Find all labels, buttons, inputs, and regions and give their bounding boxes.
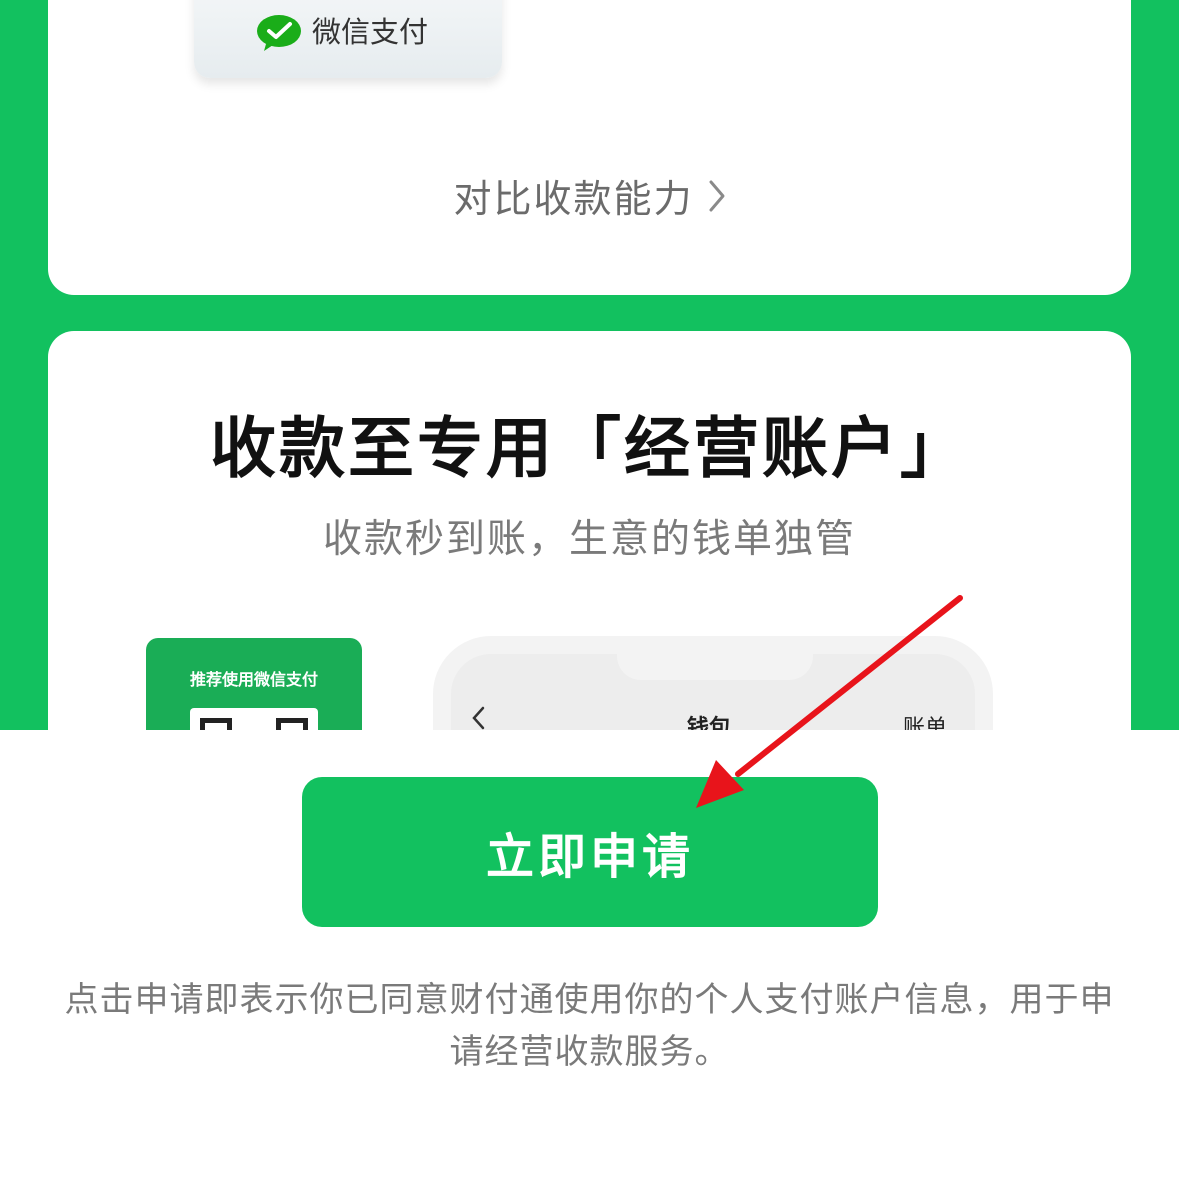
phone-wallet-title: 钱包	[687, 716, 732, 730]
wechat-pay-icon	[257, 15, 301, 51]
compare-capabilities-link[interactable]: 对比收款能力	[48, 168, 1131, 223]
phone-bills-link: 账单	[903, 716, 948, 730]
compare-link-label: 对比收款能力	[453, 177, 694, 221]
chevron-right-icon	[708, 179, 726, 213]
scroll-content: 微信支付 对比收款能力 收款至专用「经营账户」 收款秒到账，生意的钱单独管 推荐…	[0, 0, 1179, 730]
phone-notch	[617, 636, 813, 680]
business-account-card: 收款至专用「经营账户」 收款秒到账，生意的钱单独管 推荐使用微信支付 钱包 账单	[48, 331, 1131, 730]
qr-code-card: 推荐使用微信支付	[146, 638, 362, 730]
feature-subtitle: 收款秒到账，生意的钱单独管	[322, 517, 856, 562]
qr-code-icon	[190, 708, 318, 730]
qr-card-label: 推荐使用微信支付	[189, 670, 318, 689]
phone-mockup: 钱包 账单	[433, 636, 993, 730]
bottom-action-bar: 立即申请 点击申请即表示你已同意财付通使用你的个人支付账户信息，用于申请经营收款…	[0, 730, 1179, 1179]
back-arrow-icon	[471, 706, 485, 730]
feature-title: 收款至专用「经营账户」	[210, 410, 969, 487]
apply-now-button[interactable]: 立即申请	[302, 777, 878, 927]
wechat-pay-label: 微信支付	[312, 15, 429, 49]
consent-disclaimer: 点击申请即表示你已同意财付通使用你的个人支付账户信息，用于申请经营收款服务。	[64, 980, 1115, 1072]
wechat-pay-badge: 微信支付	[194, 0, 502, 78]
payment-methods-card: 微信支付 对比收款能力	[48, 0, 1131, 295]
